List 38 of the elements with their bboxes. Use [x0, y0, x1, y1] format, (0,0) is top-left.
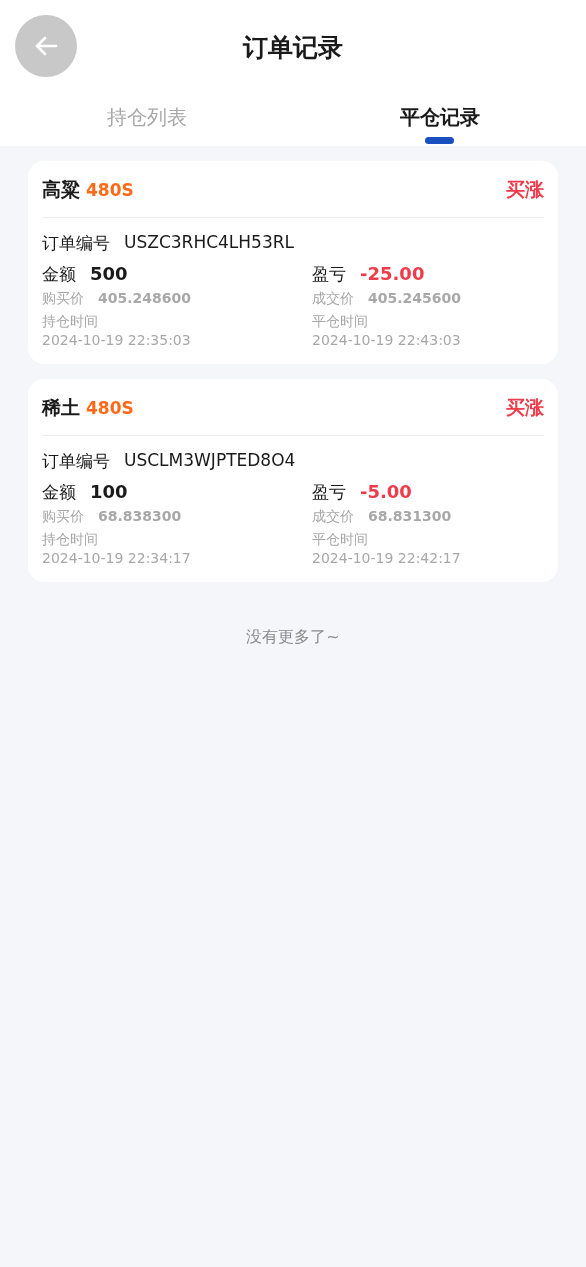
order-number-label: 订单编号 — [42, 232, 110, 255]
hold-time-value: 2024-10-19 22:35:03 — [42, 330, 192, 350]
amount-value: 500 — [90, 263, 128, 284]
profit-loss-label: 盈亏 — [312, 263, 346, 286]
amount-label: 金额 — [42, 263, 76, 286]
buy-price-label: 购买价 — [42, 290, 84, 308]
period-label: 480S — [86, 397, 134, 418]
tab[interactable]: 平仓记录 — [395, 94, 484, 135]
close-time-label: 平仓时间 — [312, 529, 369, 549]
buy-price-value: 68.838300 — [98, 507, 182, 524]
close-time-value: 2024-10-19 22:43:03 — [312, 330, 462, 350]
product-name: 高粱 — [42, 177, 80, 202]
buy-price-label: 购买价 — [42, 507, 84, 526]
direction-label: 买涨 — [506, 177, 544, 202]
deal-price-label: 成交价 — [312, 507, 354, 526]
hold-time-label: 持仓时间 — [42, 312, 99, 331]
hold-time-label: 持仓时间 — [42, 529, 99, 549]
order-number: USCLM3WJPTED8O4 — [124, 449, 296, 472]
deal-price-value: 405.245600 — [368, 290, 461, 306]
page-title: 订单记录 — [243, 31, 343, 64]
deal-price-label: 成交价 — [312, 290, 354, 308]
amount-label: 金额 — [42, 480, 76, 504]
deal-price-value: 68.831300 — [368, 507, 452, 524]
close-time-label: 平仓时间 — [312, 312, 369, 331]
direction-label: 买涨 — [506, 394, 544, 420]
profit-loss-value: -5.00 — [360, 480, 412, 502]
tab-indicator — [425, 137, 454, 144]
product-name: 稀土 — [42, 394, 80, 420]
buy-price-value: 405.248600 — [98, 290, 191, 306]
profit-loss-label: 盈亏 — [312, 480, 346, 504]
amount-value: 100 — [90, 480, 128, 502]
hold-time-value: 2024-10-19 22:34:17 — [42, 548, 192, 568]
close-time-value: 2024-10-19 22:42:17 — [312, 548, 462, 568]
profit-loss-value: -25.00 — [360, 263, 425, 284]
order-number: USZC3RHC4LH53RL — [124, 232, 295, 254]
order-number-label: 订单编号 — [42, 449, 110, 473]
period-label: 480S — [86, 180, 134, 200]
end-of-list-text: 没有更多了~ — [246, 626, 340, 648]
